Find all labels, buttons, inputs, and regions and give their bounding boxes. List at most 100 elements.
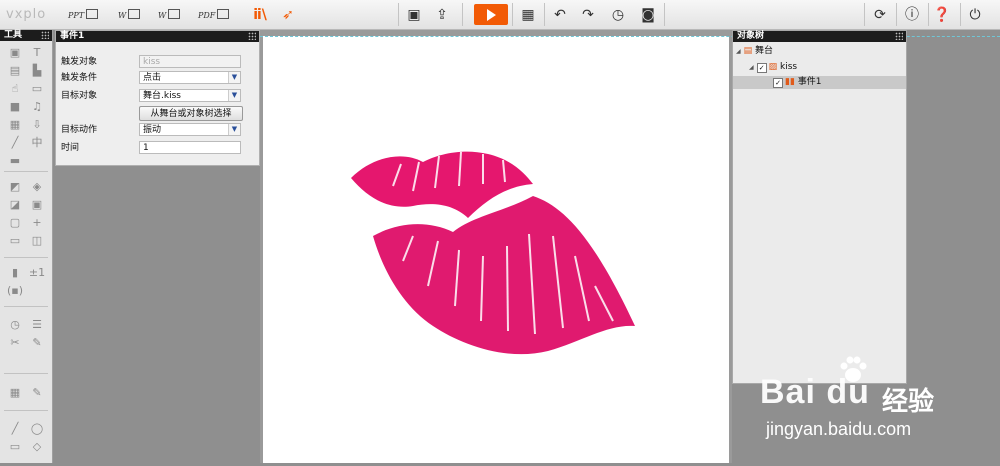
tool-button[interactable] bbox=[27, 283, 47, 299]
tool-group-shapes: ╱ ◯ ▭ ◇ bbox=[4, 420, 48, 456]
tool-button[interactable] bbox=[27, 153, 47, 169]
tool-button[interactable]: 中 bbox=[27, 135, 47, 151]
qr-code-icon[interactable]: ▦ bbox=[518, 5, 538, 25]
tree-node-event[interactable]: ✓ ▮▮ 事件1 bbox=[733, 76, 906, 89]
chevron-down-icon[interactable]: ▼ bbox=[228, 124, 240, 135]
target-action-select[interactable]: 振动 ▼ bbox=[139, 123, 241, 136]
tree-node-label: 事件1 bbox=[797, 77, 822, 87]
export-word-button[interactable]: W bbox=[118, 9, 141, 20]
tool-button[interactable]: ▭ bbox=[27, 81, 47, 97]
trigger-condition-select[interactable]: 点击 ▼ bbox=[139, 71, 241, 84]
undo-icon[interactable]: ↶ bbox=[550, 5, 570, 25]
tool-button[interactable]: ◷ bbox=[5, 317, 25, 333]
tool-button[interactable]: ▮ bbox=[5, 265, 25, 281]
info-icon[interactable]: ⓘ bbox=[902, 5, 922, 25]
power-icon[interactable]: ⏻ bbox=[965, 5, 985, 25]
tree-node-stage[interactable]: ◢ ▤ 舞台 bbox=[736, 45, 773, 58]
tool-button[interactable]: ☰ bbox=[27, 317, 47, 333]
screenshot-icon[interactable]: ◙ bbox=[638, 5, 658, 25]
play-button[interactable] bbox=[474, 4, 508, 25]
trigger-object-label: 触发对象 bbox=[61, 57, 98, 67]
redo-icon[interactable]: ↷ bbox=[578, 5, 598, 25]
tool-button[interactable]: ◫ bbox=[27, 233, 47, 249]
target-action-value: 振动 bbox=[143, 125, 162, 135]
export-ppt-button[interactable]: PPT bbox=[68, 9, 99, 20]
tool-button[interactable]: ▣ bbox=[5, 45, 25, 61]
tool-group-forms: ▦ ✎ bbox=[4, 384, 48, 402]
tool-button[interactable]: ⇩ bbox=[27, 117, 47, 133]
toolbar-divider bbox=[462, 3, 463, 26]
kiss-lips-image[interactable] bbox=[263, 36, 729, 463]
tools-panel-title: 工具 bbox=[4, 30, 23, 40]
tool-button[interactable]: ▙ bbox=[27, 63, 47, 79]
tool-button[interactable]: T bbox=[27, 45, 47, 61]
event-icon: ▮▮ bbox=[785, 77, 795, 87]
tool-button[interactable]: ▭ bbox=[5, 233, 25, 249]
save-icon[interactable]: ▣ bbox=[404, 5, 424, 25]
history-icon[interactable]: ◷ bbox=[608, 5, 628, 25]
tool-divider bbox=[4, 410, 48, 411]
chevron-down-icon[interactable]: ▼ bbox=[228, 72, 240, 83]
expand-triangle-icon[interactable]: ◢ bbox=[736, 45, 741, 58]
rocket-icon[interactable]: ➶ bbox=[278, 5, 298, 25]
drag-grip-icon[interactable] bbox=[248, 32, 256, 40]
tool-button[interactable]: ╱ bbox=[5, 421, 25, 437]
toolbar-divider bbox=[896, 3, 897, 26]
tools-panel-header: 工具 bbox=[0, 30, 52, 41]
time-input[interactable]: 1 bbox=[139, 141, 241, 154]
enabled-checkbox[interactable]: ✓ bbox=[773, 78, 783, 88]
tool-button[interactable]: ✎ bbox=[27, 335, 47, 351]
object-tree-title: 对象树 bbox=[737, 31, 765, 41]
tool-button[interactable]: ±1 bbox=[27, 265, 47, 281]
tool-button[interactable]: ▬ bbox=[5, 153, 25, 169]
tool-button[interactable]: ✎ bbox=[27, 385, 47, 401]
tool-button[interactable]: ▭ bbox=[5, 439, 25, 455]
tool-button[interactable]: ◩ bbox=[5, 179, 25, 195]
watermark-brand: Bai du bbox=[760, 373, 870, 411]
books-icon[interactable]: ⅱ\ bbox=[250, 5, 270, 25]
target-action-label: 目标动作 bbox=[61, 125, 98, 135]
help-icon[interactable]: ❓ bbox=[932, 5, 952, 25]
tree-node-label: kiss bbox=[780, 62, 798, 72]
toolbar-divider bbox=[864, 3, 865, 26]
app-logo: vxplo bbox=[6, 7, 47, 22]
tool-button[interactable]: ▤ bbox=[5, 63, 25, 79]
refresh-icon[interactable]: ⟳ bbox=[870, 5, 890, 25]
tree-node-label: 舞台 bbox=[755, 46, 774, 56]
tool-divider bbox=[4, 171, 48, 172]
trigger-condition-value: 点击 bbox=[143, 73, 162, 83]
tool-button[interactable]: ♫ bbox=[27, 99, 47, 115]
chevron-down-icon[interactable]: ▼ bbox=[228, 90, 240, 101]
tool-button[interactable]: ▢ bbox=[5, 215, 25, 231]
tool-button[interactable]: ◈ bbox=[27, 179, 47, 195]
export-word-doc-button[interactable]: W bbox=[158, 9, 181, 20]
tool-button[interactable]: ◪ bbox=[5, 197, 25, 213]
import-icon[interactable]: ⇪ bbox=[432, 5, 452, 25]
pick-from-stage-button[interactable]: 从舞台或对象树选择 bbox=[139, 106, 243, 121]
toolbar-divider bbox=[928, 3, 929, 26]
tool-button[interactable]: ✂ bbox=[5, 335, 25, 351]
drag-grip-icon[interactable] bbox=[41, 31, 49, 39]
tool-button[interactable]: ◇ bbox=[27, 439, 47, 455]
tool-button[interactable]: (▪) bbox=[5, 283, 25, 299]
tool-button[interactable]: ▦ bbox=[5, 385, 25, 401]
target-object-select[interactable]: 舞台.kiss ▼ bbox=[139, 89, 241, 102]
tool-button[interactable]: ☝ bbox=[5, 81, 25, 97]
tool-button[interactable]: + bbox=[27, 215, 47, 231]
export-pdf-button[interactable]: PDF bbox=[198, 9, 230, 20]
tool-button[interactable]: ■ bbox=[5, 99, 25, 115]
tool-button[interactable]: ▣ bbox=[27, 197, 47, 213]
tool-button[interactable]: ▦ bbox=[5, 117, 25, 133]
watermark-url: jingyan.baidu.com bbox=[766, 419, 912, 439]
trigger-object-field[interactable]: kiss bbox=[139, 55, 241, 68]
stage-canvas[interactable] bbox=[263, 36, 729, 463]
pdf-export-icon bbox=[217, 9, 230, 19]
stage-file-icon: ▤ bbox=[743, 46, 753, 56]
tree-node-kiss[interactable]: ◢ ✓ ▨ kiss bbox=[749, 61, 797, 74]
drag-grip-icon[interactable] bbox=[895, 32, 903, 40]
visible-checkbox[interactable]: ✓ bbox=[756, 63, 767, 73]
expand-triangle-icon[interactable]: ◢ bbox=[749, 61, 754, 74]
tool-button[interactable]: ◯ bbox=[27, 421, 47, 437]
event-panel-title: 事件1 bbox=[60, 31, 85, 41]
tool-button[interactable]: ╱ bbox=[5, 135, 25, 151]
